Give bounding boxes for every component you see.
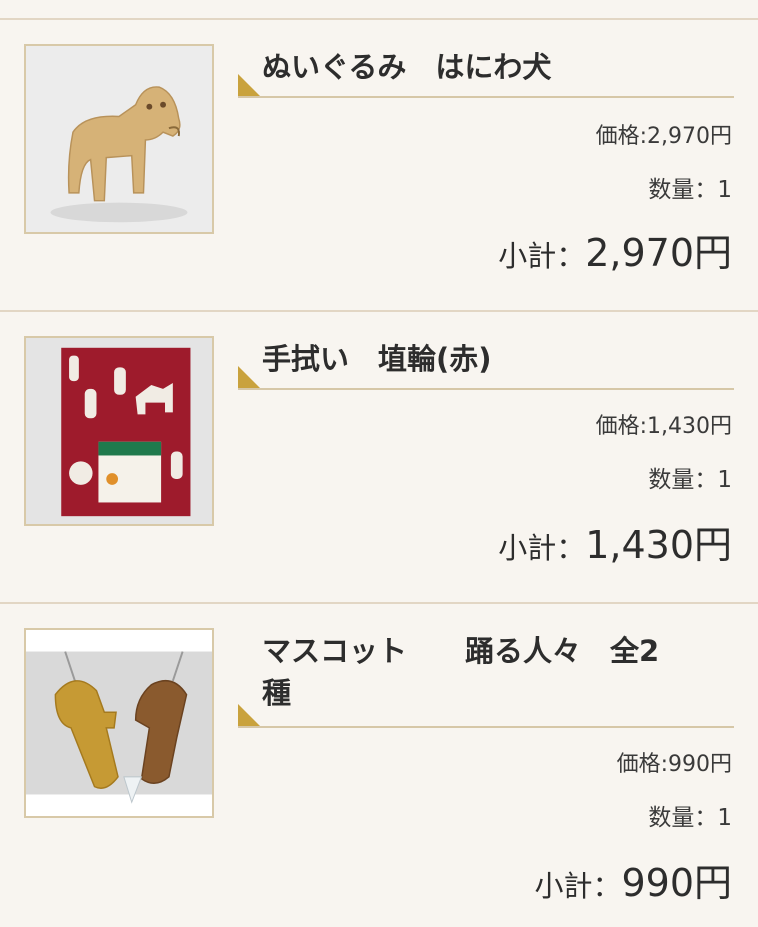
title-rule	[238, 726, 734, 728]
section-divider	[0, 18, 758, 20]
title-marker-icon	[238, 74, 260, 96]
red-haniwa-tenugui-photo	[26, 338, 212, 524]
product-image[interactable]	[24, 336, 214, 526]
subtotal: 小計：990円	[534, 852, 732, 907]
product-image[interactable]	[24, 628, 214, 818]
title-rule	[238, 96, 734, 98]
title-marker-icon	[238, 704, 260, 726]
unit-price: 価格:1,430円	[595, 414, 732, 439]
title-marker-icon	[238, 366, 260, 388]
subtotal-label: 小計：	[498, 531, 586, 565]
section-divider	[0, 602, 758, 604]
dancing-figures-mascot-photo	[26, 630, 212, 816]
subtotal-label: 小計：	[498, 239, 586, 273]
product-name[interactable]: ぬいぐるみ はにわ犬	[262, 46, 732, 88]
section-divider	[0, 310, 758, 312]
unit-price: 価格:990円	[616, 752, 732, 777]
subtotal: 小計：1,430円	[498, 514, 732, 569]
subtotal-amount: 2,970円	[585, 231, 732, 275]
product-image[interactable]	[24, 44, 214, 234]
subtotal-label: 小計：	[534, 869, 622, 903]
quantity: 数量：1	[648, 177, 732, 203]
product-name[interactable]: マスコット 踊る人々 全2 種	[262, 630, 732, 714]
title-rule	[238, 388, 734, 390]
haniwa-dog-plush-photo	[26, 46, 212, 232]
unit-price: 価格:2,970円	[595, 124, 732, 149]
subtotal-amount: 990円	[621, 861, 732, 905]
product-name[interactable]: 手拭い 埴輪(赤)	[262, 338, 732, 380]
subtotal: 小計：2,970円	[498, 222, 732, 277]
quantity: 数量：1	[648, 805, 732, 831]
subtotal-amount: 1,430円	[585, 523, 732, 567]
quantity: 数量：1	[648, 467, 732, 493]
